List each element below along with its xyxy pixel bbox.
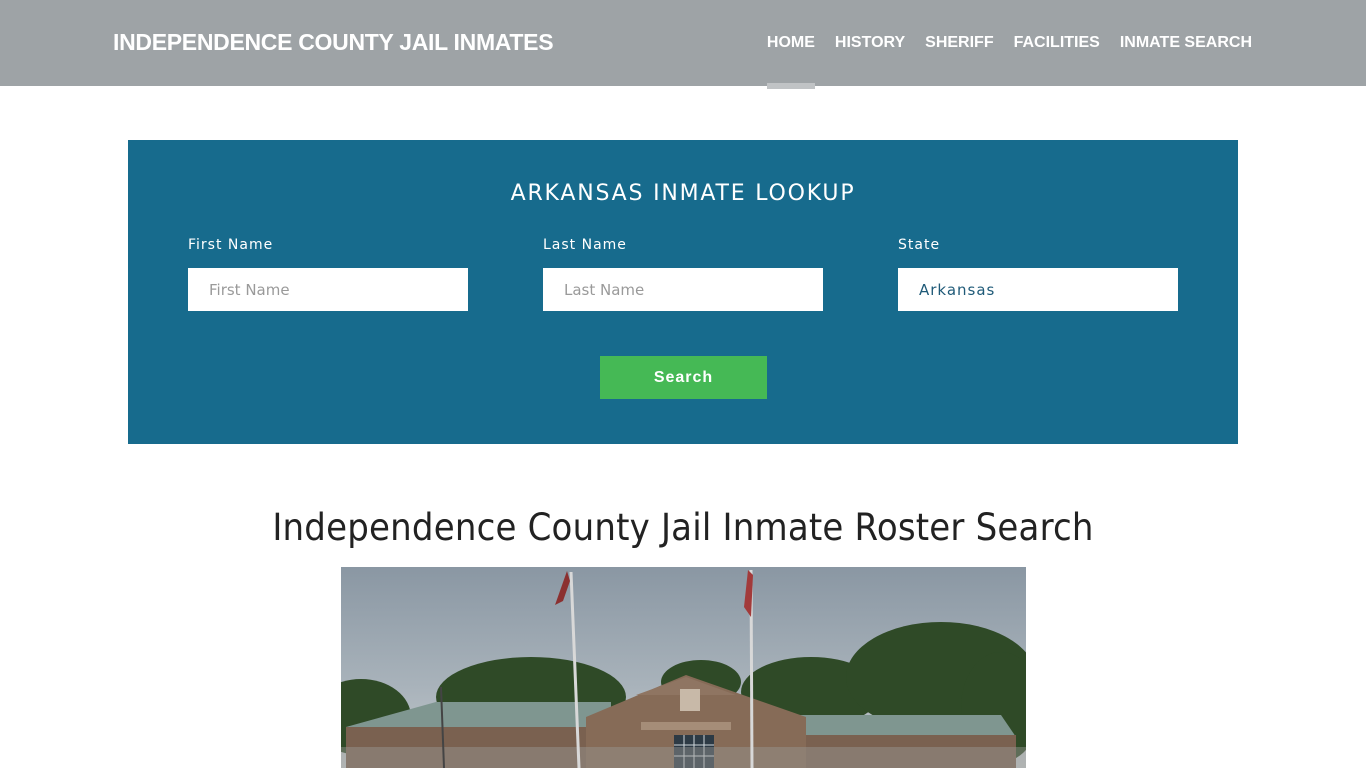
nav-item-facilities[interactable]: FACILITIES [1014, 0, 1100, 86]
state-input[interactable] [898, 268, 1178, 311]
lookup-title: ARKANSAS INMATE LOOKUP [510, 181, 856, 206]
page-heading: Independence County Jail Inmate Roster S… [272, 506, 1094, 549]
facility-sign [641, 722, 731, 730]
facility-photo [341, 567, 1026, 768]
nav-item-history[interactable]: HISTORY [835, 0, 905, 86]
first-name-label: First Name [188, 237, 274, 253]
nav-item-inmate-search[interactable]: INMATE SEARCH [1120, 0, 1252, 86]
top-navbar: INDEPENDENCE COUNTY JAIL INMATES HOME HI… [0, 0, 1366, 89]
nav-item-sheriff[interactable]: SHERIFF [925, 0, 993, 86]
facility-photo-illustration [341, 567, 1026, 768]
last-name-label: Last Name [543, 237, 627, 253]
nav-item-home[interactable]: HOME [766, 0, 815, 89]
last-name-input[interactable] [543, 268, 823, 311]
search-button[interactable]: Search [600, 356, 767, 399]
inmate-lookup-panel: ARKANSAS INMATE LOOKUP First Name Last N… [128, 140, 1238, 444]
emblem [680, 689, 700, 711]
main-nav: HOME HISTORY SHERIFF FACILITIES INMATE S… [766, 0, 1252, 89]
state-label: State [898, 237, 941, 253]
site-brand-link[interactable]: INDEPENDENCE COUNTY JAIL INMATES [113, 29, 554, 56]
first-name-input[interactable] [188, 268, 468, 311]
